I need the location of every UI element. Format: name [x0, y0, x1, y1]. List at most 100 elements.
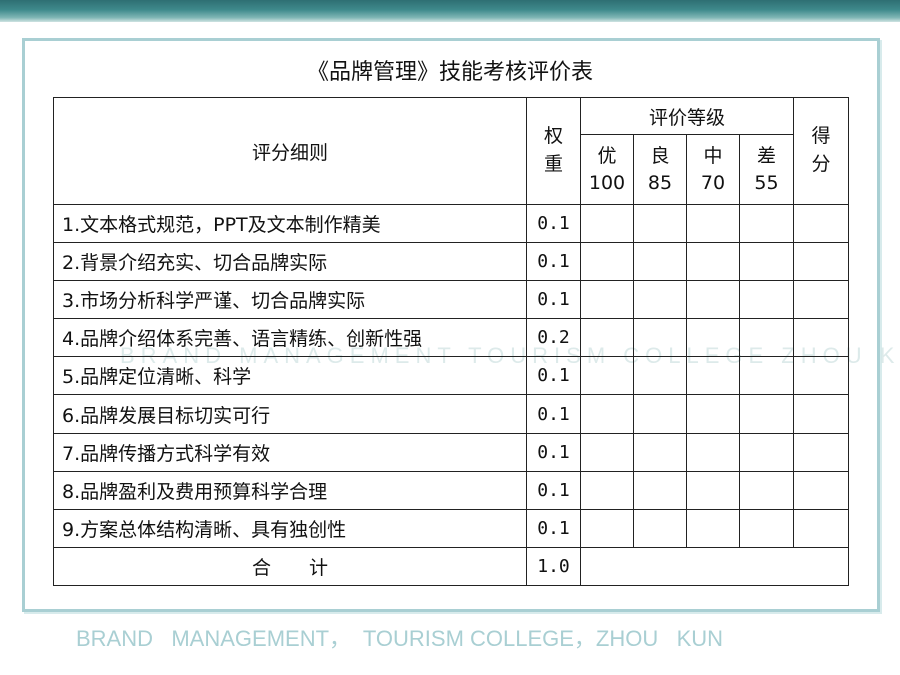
grade-cell-excellent[interactable] — [580, 318, 634, 358]
score-cell[interactable] — [793, 356, 850, 396]
score-cell[interactable] — [793, 318, 850, 358]
grade-name: 优 — [597, 144, 617, 167]
grade-points: 55 — [754, 171, 779, 194]
score-cell[interactable] — [793, 508, 850, 548]
grade-cell-excellent[interactable] — [580, 394, 634, 434]
weight-header-line1: 权 — [543, 125, 563, 148]
grade-points: 100 — [588, 171, 626, 194]
table-row: 8.品牌盈利及费用预算科学合理 0.1 — [53, 470, 850, 510]
score-cell[interactable] — [793, 394, 850, 434]
grade-cell-average[interactable] — [686, 203, 740, 244]
grade-cell-good[interactable] — [633, 203, 687, 244]
grade-cell-poor[interactable] — [738, 394, 795, 434]
grade-cell-good[interactable] — [633, 318, 687, 358]
table-row: 4.品牌介绍体系完善、语言精练、创新性强 0.2 — [53, 318, 850, 358]
weight-cell: 0.1 — [526, 356, 581, 396]
evaluation-table: 评分细则 权 重 评价等级 得 分 优 100 良 85 中 70 差 55 1… — [53, 97, 850, 586]
total-label: 合 计 — [53, 546, 527, 586]
score-header-line2: 分 — [811, 153, 831, 175]
grade-cell-excellent[interactable] — [580, 203, 634, 244]
grade-cell-poor[interactable] — [738, 508, 795, 548]
grade-cell-excellent[interactable] — [580, 280, 634, 320]
weight-cell: 0.2 — [526, 318, 581, 358]
weight-cell: 0.1 — [526, 394, 581, 434]
grade-name: 中 — [703, 144, 723, 167]
grade-cell-average[interactable] — [686, 242, 740, 282]
criterion-cell: 5.品牌定位清晰、科学 — [53, 356, 527, 396]
header-row-1: 评分细则 权 重 评价等级 得 分 — [53, 97, 850, 205]
grade-cell-poor[interactable] — [738, 356, 795, 396]
grade-cell-average[interactable] — [686, 394, 740, 434]
grade-cell-excellent[interactable] — [580, 508, 634, 548]
weight-cell: 0.1 — [526, 242, 581, 282]
score-cell[interactable] — [793, 242, 850, 282]
score-cell[interactable] — [793, 470, 850, 510]
grade-cell-poor[interactable] — [738, 432, 795, 472]
total-weight: 1.0 — [526, 546, 581, 586]
grade-cell-excellent[interactable] — [580, 470, 634, 510]
grade-cell-poor[interactable] — [738, 242, 795, 282]
score-cell[interactable] — [793, 280, 850, 320]
grade-cell-average[interactable] — [686, 318, 740, 358]
criterion-cell: 1.文本格式规范，PPT及文本制作精美 — [53, 203, 527, 244]
score-cell[interactable] — [793, 203, 850, 244]
weight-header-line2: 重 — [543, 153, 563, 175]
criterion-cell: 4.品牌介绍体系完善、语言精练、创新性强 — [53, 318, 527, 358]
score-header: 得 分 — [793, 97, 850, 205]
grade-cell-good[interactable] — [633, 432, 687, 472]
rating-group-header: 评价等级 — [579, 97, 795, 135]
grade-cell-average[interactable] — [686, 356, 740, 396]
grade-cell-poor[interactable] — [738, 280, 795, 320]
grade-header-average: 中 70 — [686, 134, 740, 205]
criteria-header: 评分细则 — [53, 97, 527, 205]
weight-cell: 0.1 — [526, 508, 581, 548]
grade-cell-poor[interactable] — [738, 203, 795, 244]
grade-cell-good[interactable] — [633, 470, 687, 510]
top-gradient-band — [0, 0, 900, 22]
grade-name: 良 — [650, 144, 670, 167]
footer-credit: BRAND MANAGEMENT， TOURISM COLLEGE，ZHOU K… — [76, 626, 724, 651]
weight-header: 权 重 — [526, 97, 581, 205]
grade-cell-good[interactable] — [633, 394, 687, 434]
table-row: 5.品牌定位清晰、科学 0.1 — [53, 356, 850, 396]
grade-cell-good[interactable] — [633, 242, 687, 282]
score-cell[interactable] — [793, 432, 850, 472]
table-row: 9.方案总体结构清晰、具有独创性 0.1 — [53, 508, 850, 548]
grade-cell-excellent[interactable] — [580, 356, 634, 396]
grade-cell-average[interactable] — [686, 508, 740, 548]
criterion-cell: 6.品牌发展目标切实可行 — [53, 394, 527, 434]
table-row: 1.文本格式规范，PPT及文本制作精美 0.1 — [53, 203, 850, 244]
score-header-line1: 得 — [811, 125, 831, 148]
weight-cell: 0.1 — [526, 432, 581, 472]
criterion-cell: 3.市场分析科学严谨、切合品牌实际 — [53, 280, 527, 320]
grade-cell-average[interactable] — [686, 280, 740, 320]
grade-cell-good[interactable] — [633, 356, 687, 396]
grade-cell-good[interactable] — [633, 280, 687, 320]
table-row: 2.背景介绍充实、切合品牌实际 0.1 — [53, 242, 850, 282]
grade-cell-average[interactable] — [686, 432, 740, 472]
total-score-cell[interactable] — [579, 546, 850, 586]
grade-cell-excellent[interactable] — [580, 242, 634, 282]
grade-points: 70 — [700, 171, 726, 194]
grade-cell-poor[interactable] — [738, 470, 795, 510]
grade-header-poor: 差 55 — [738, 134, 795, 205]
table-row: 6.品牌发展目标切实可行 0.1 — [53, 394, 850, 434]
weight-cell: 0.1 — [526, 280, 581, 320]
grade-cell-average[interactable] — [686, 470, 740, 510]
grade-cell-good[interactable] — [633, 508, 687, 548]
grade-header-excellent: 优 100 — [580, 134, 634, 205]
table-row: 7.品牌传播方式科学有效 0.1 — [53, 432, 850, 472]
criterion-cell: 2.背景介绍充实、切合品牌实际 — [53, 242, 527, 282]
grade-header-good: 良 85 — [633, 134, 687, 205]
criterion-cell: 9.方案总体结构清晰、具有独创性 — [53, 508, 527, 548]
criterion-cell: 7.品牌传播方式科学有效 — [53, 432, 527, 472]
grade-cell-excellent[interactable] — [580, 432, 634, 472]
grade-name: 差 — [757, 144, 777, 167]
table-row: 3.市场分析科学严谨、切合品牌实际 0.1 — [53, 280, 850, 320]
grade-cell-poor[interactable] — [738, 318, 795, 358]
weight-cell: 0.1 — [526, 470, 581, 510]
weight-cell: 0.1 — [526, 203, 581, 244]
grade-points: 85 — [647, 171, 673, 194]
criterion-cell: 8.品牌盈利及费用预算科学合理 — [53, 470, 527, 510]
total-row: 合 计 1.0 — [53, 546, 850, 586]
